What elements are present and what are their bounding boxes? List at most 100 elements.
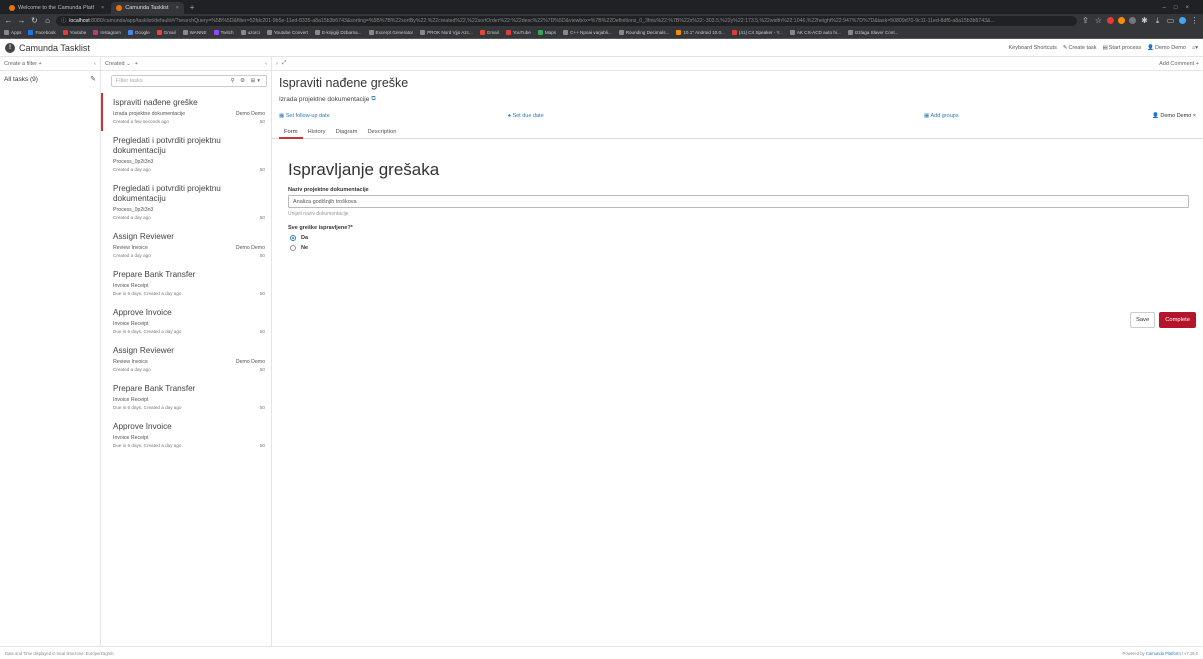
info-icon: ⓘ (61, 18, 67, 24)
bookmark-item[interactable]: Twitch (213, 30, 234, 35)
bookmark-item[interactable]: Youtube Convert (266, 30, 308, 35)
search-options-icon[interactable]: ⚲ ⚙ ⊞▾ (231, 78, 262, 84)
calendar-icon: ▦ (279, 113, 285, 119)
bookmark-item[interactable]: WANNE (182, 30, 207, 35)
extension-icon[interactable] (1107, 17, 1114, 24)
collapse-left-icon[interactable]: ‹ (265, 61, 267, 67)
task-priority: 50 (259, 405, 265, 410)
sidepanel-icon[interactable]: ▭ (1166, 16, 1175, 25)
save-button[interactable]: Save (1129, 312, 1156, 328)
instagram-icon (93, 30, 99, 35)
bookmark-item[interactable]: (41) C4 Speaker - Y... (731, 30, 783, 35)
bookmark-item[interactable]: AK CS-ACD auto hi... (789, 30, 841, 35)
bookmark-item[interactable]: Gmail (479, 30, 499, 35)
reload-icon[interactable]: ↻ (30, 16, 39, 25)
close-tab-icon[interactable]: × (176, 5, 179, 11)
complete-button[interactable]: Complete (1159, 312, 1196, 328)
tab-form[interactable]: Form (279, 126, 303, 139)
home-menu-icon[interactable]: ⌂▾ (1192, 45, 1198, 51)
tab-description[interactable]: Description (362, 126, 401, 138)
menu-kebab-icon[interactable]: ⋮ (1190, 16, 1199, 25)
bookmark-item[interactable]: Maps (537, 30, 556, 35)
bookmark-item[interactable]: Rounding Decimals... (618, 30, 669, 35)
home-icon[interactable]: ⌂ (43, 16, 52, 25)
task-list-item[interactable]: Approve Invoice Invoice Receipt Due in 6 d… (101, 303, 271, 341)
start-process-link[interactable]: ▤ Start process (1103, 45, 1142, 51)
extension-icon[interactable] (1129, 17, 1136, 24)
task-list-item[interactable]: Prepare Bank Transfer Invoice Receipt Due … (101, 265, 271, 303)
share-icon[interactable]: ⇪ (1081, 16, 1090, 25)
extension-icon[interactable] (1118, 17, 1125, 24)
browser-tab-welcome[interactable]: Welcome to the Camunda Platf × (4, 2, 109, 14)
pencil-icon: ✎ (1062, 44, 1068, 51)
user-menu[interactable]: 👤 Demo Demo (1147, 45, 1186, 51)
bookmark-item[interactable]: Youtube (62, 30, 86, 35)
window-controls[interactable]: –□× (1157, 5, 1203, 14)
download-icon[interactable]: ⤓ (1153, 16, 1162, 26)
add-comment-button[interactable]: Add Comment + (1159, 61, 1199, 67)
task-list-panel: Filter tasks ⚲ ⚙ ⊞▾ Ispraviti nađene gre… (101, 71, 272, 646)
bookmark-item[interactable]: C++ Npoai varjabli... (563, 30, 612, 35)
process-link[interactable]: Izrada projektne dokumentacije ⧉ (279, 96, 1196, 103)
radio-checked-icon[interactable] (290, 235, 296, 241)
task-process-row: Invoice Receipt (113, 397, 265, 404)
filter-all-tasks[interactable]: All tasks (9) ✎ (4, 75, 96, 84)
browser-tab-tasklist[interactable]: Camunda Tasklist × (111, 2, 184, 14)
bookmark-item[interactable]: uzorci (240, 30, 260, 35)
profile-avatar[interactable] (1179, 17, 1186, 24)
bookmark-item[interactable]: E-knjigiji Dzbarna... (314, 30, 362, 35)
google-icon (127, 30, 133, 35)
task-list-item[interactable]: Ispraviti nađene greške Izrada projektne … (101, 93, 271, 131)
add-sort-icon[interactable]: + (135, 61, 138, 67)
bookmark-item[interactable]: PROK Nord Vjjo Azc... (420, 30, 473, 35)
close-tab-icon[interactable]: × (101, 5, 104, 11)
bookmark-item[interactable]: Apps (4, 30, 21, 35)
assignee-dropdown[interactable]: 👤 Demo Demo × (1152, 113, 1196, 119)
task-process-row: Invoice Receipt (113, 435, 265, 442)
filter-tasks-input[interactable]: Filter tasks ⚲ ⚙ ⊞▾ (111, 75, 267, 87)
expand-right-icon[interactable]: › (276, 61, 278, 67)
task-list-item[interactable]: Pregledati i potvrditi projektnu dokumen… (101, 131, 271, 179)
puzzle-icon[interactable]: ✱ (1140, 16, 1149, 25)
create-task-link[interactable]: ✎ Create task (1063, 45, 1097, 51)
new-tab-icon[interactable]: + (186, 3, 199, 14)
radio-option-da[interactable]: Da (290, 235, 1196, 241)
bookmark-item[interactable]: Gmail (156, 30, 176, 35)
task-list-item[interactable]: Assign Reviewer Review Invoice Demo Demo Cr… (101, 341, 271, 379)
set-follow-up-date-button[interactable]: ▦ Set follow-up date (279, 113, 330, 119)
close-icon[interactable]: × (1193, 113, 1196, 119)
task-list-item[interactable]: Pregledati i potvrditi projektnu dokumen… (101, 179, 271, 227)
radio-option-ne[interactable]: Ne (290, 245, 1196, 251)
set-due-date-button[interactable]: ♠ Set due date (508, 113, 544, 119)
bookmark-item[interactable]: YouTube (505, 30, 531, 35)
documentation-name-input[interactable]: Analiza godišnjih troškova (288, 195, 1189, 208)
camunda-platform-link[interactable]: Camunda Platform (1146, 651, 1181, 656)
task-list-item[interactable]: Assign Reviewer Review Invoice Demo Demo Cr… (101, 227, 271, 265)
radio-unchecked-icon[interactable] (290, 245, 296, 251)
bookmark-item[interactable]: Google (127, 30, 150, 35)
task-list-item[interactable]: Approve Invoice Invoice Receipt Due in 6 d… (101, 417, 271, 455)
bookmark-item[interactable]: Excerpt Generator (368, 30, 413, 35)
bookmarks-bar: Apps Facebook Youtube Instagram Google G… (0, 27, 1203, 39)
tab-history[interactable]: History (303, 126, 331, 138)
bookmark-item[interactable]: Facebook (28, 30, 56, 35)
create-filter-button[interactable]: Create a filter + (4, 61, 42, 67)
edit-filter-icon[interactable]: ✎ (90, 75, 96, 83)
address-input[interactable]: ⓘ localhost :8080/camunda/app/tasklist/d… (56, 15, 1077, 26)
keyboard-shortcuts-link[interactable]: Keyboard Shortcuts (1009, 45, 1057, 51)
task-list-item[interactable]: Prepare Bank Transfer Invoice Receipt Due … (101, 379, 271, 417)
bookmark-item[interactable]: Izzlaga Slaver Cont... (847, 30, 898, 35)
forward-icon[interactable]: → (17, 16, 26, 25)
app-title[interactable]: Camunda Tasklist (19, 43, 90, 53)
sort-dropdown[interactable]: Created ⌄ (105, 61, 131, 67)
fullscreen-icon[interactable]: ⤢ (282, 60, 286, 67)
task-name: Ispraviti nađene greške (113, 98, 198, 107)
panel-toolbar: Create a filter + ‹ Created ⌄ + ‹ › ⤢ Ad… (0, 57, 1203, 71)
add-groups-button[interactable]: ▦ Add groups (924, 113, 959, 119)
back-icon[interactable]: ← (4, 16, 13, 25)
bookmark-item[interactable]: 10.1" Android 10.0... (676, 30, 725, 35)
bookmark-item[interactable]: Instagram (93, 30, 121, 35)
collapse-left-icon[interactable]: ‹ (94, 61, 96, 67)
star-icon[interactable]: ☆ (1094, 16, 1103, 25)
tab-diagram[interactable]: Diagram (331, 126, 363, 138)
